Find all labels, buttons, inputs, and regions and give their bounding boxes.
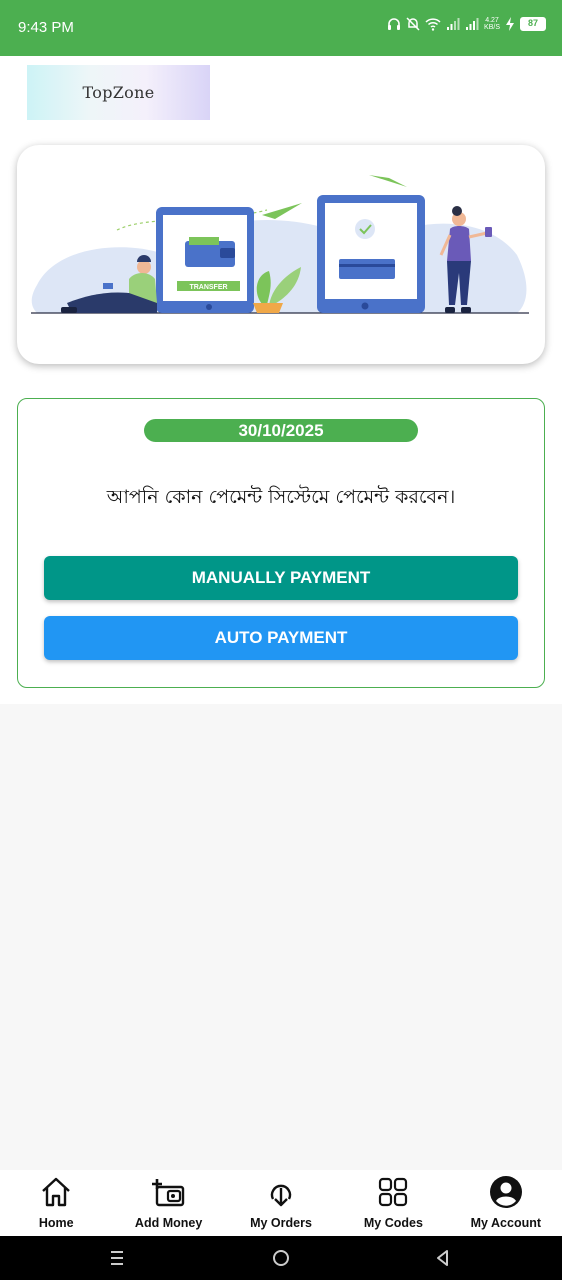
nav-my-account[interactable]: My Account [450, 1170, 562, 1236]
status-bar: 9:43 PM 4.27 KB/S 87 [0, 0, 562, 56]
network-speed-value: 4.27 [485, 17, 499, 24]
money-transfer-illustration: TRANSFER [31, 175, 529, 314]
date-badge: 30/10/2025 [144, 419, 418, 442]
download-icon [270, 1184, 292, 1207]
signal-2-icon [466, 18, 479, 30]
home-circle-icon[interactable] [269, 1246, 293, 1270]
nav-my-account-label: My Account [470, 1216, 542, 1230]
home-icon [42, 1177, 71, 1207]
nav-add-money-label: Add Money [134, 1216, 203, 1230]
mute-icon [406, 17, 420, 31]
manual-payment-button[interactable]: MANUALLY PAYMENT [44, 556, 518, 600]
wifi-icon [425, 18, 441, 31]
main-content: TopZone TRANSFER 30/10/2025 আপনি কোন পেম… [0, 56, 562, 704]
banner-card: TRANSFER [17, 145, 545, 364]
app-logo: TopZone [27, 65, 210, 120]
bottom-navigation: Home Add Money My Orders My Codes My Acc… [0, 1170, 562, 1236]
status-time: 9:43 PM [18, 19, 74, 36]
network-speed-unit: KB/S [484, 24, 500, 31]
system-navigation-bar [0, 1236, 562, 1280]
nav-add-money[interactable]: Add Money [112, 1170, 224, 1236]
nav-home[interactable]: Home [0, 1170, 112, 1236]
nav-my-orders[interactable]: My Orders [225, 1170, 337, 1236]
transfer-label: TRANSFER [189, 284, 227, 291]
recent-apps-icon[interactable] [105, 1246, 129, 1270]
auto-payment-button[interactable]: AUTO PAYMENT [44, 616, 518, 660]
battery-indicator: 87 [520, 17, 546, 31]
payment-question: আপনি কোন পেমেন্ট সিস্টেমে পেমেন্ট করবেন। [106, 486, 456, 508]
nav-my-codes[interactable]: My Codes [337, 1170, 449, 1236]
add-money-icon [151, 1179, 184, 1207]
grid-icon [379, 1177, 408, 1207]
logo-text: TopZone [82, 83, 155, 102]
charging-icon [506, 17, 514, 31]
signal-1-icon [447, 18, 460, 30]
account-circle-icon [489, 1176, 522, 1208]
payment-method-card: 30/10/2025 আপনি কোন পেমেন্ট সিস্টেমে পেম… [17, 398, 545, 688]
status-icons: 4.27 KB/S 87 [387, 17, 546, 31]
network-speed: 4.27 KB/S [484, 17, 500, 31]
back-icon[interactable] [431, 1246, 455, 1270]
nav-my-orders-label: My Orders [250, 1216, 312, 1230]
nav-home-label: Home [38, 1216, 74, 1230]
nav-my-codes-label: My Codes [363, 1216, 423, 1230]
headphones-icon [388, 18, 401, 30]
